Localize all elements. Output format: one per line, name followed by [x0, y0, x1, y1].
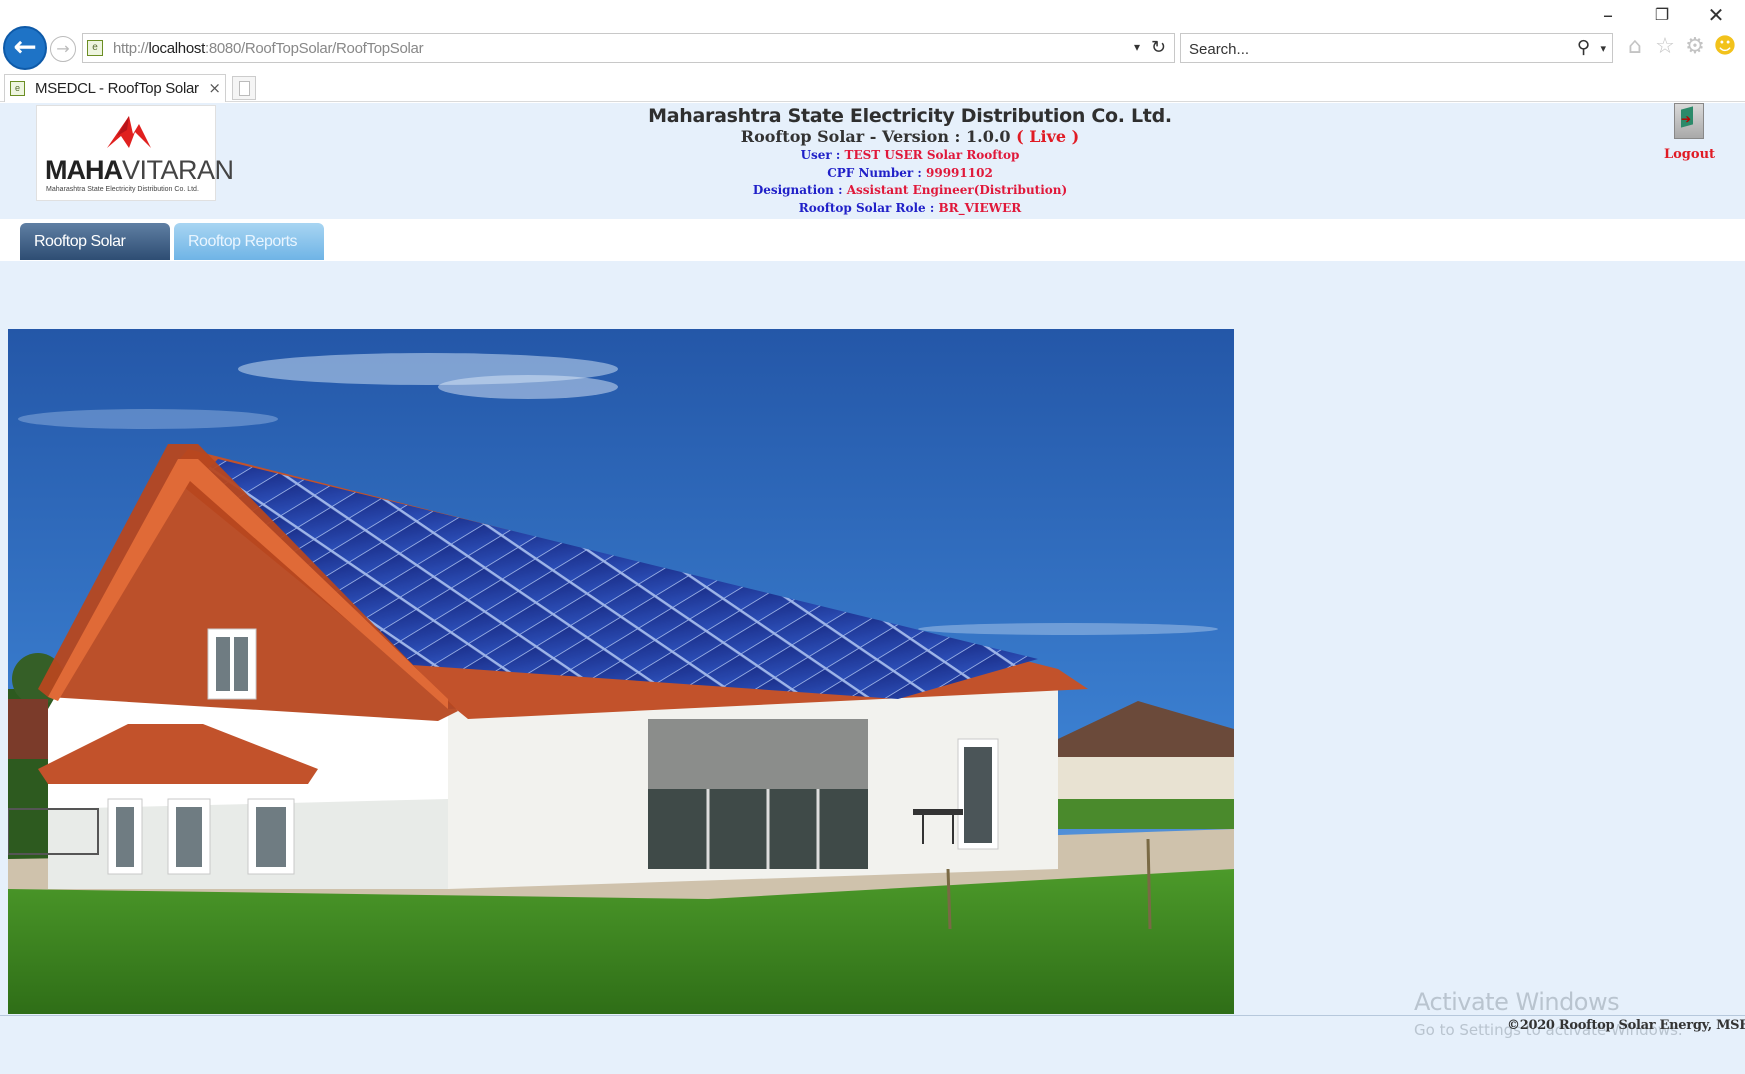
search-box[interactable]: ⚲ ▾	[1180, 33, 1613, 63]
designation-value: Assistant Engineer(Distribution)	[846, 183, 1068, 197]
refresh-icon[interactable]: ↻	[1151, 37, 1166, 58]
home-icon[interactable]: ⌂	[1622, 34, 1648, 60]
page-icon: e	[87, 40, 103, 56]
main-nav: Rooftop Solar Rooftop Reports	[0, 219, 1745, 261]
tab-close-icon[interactable]: ×	[208, 79, 221, 97]
logout-link[interactable]: Logout	[1664, 147, 1715, 162]
version-text: Rooftop Solar - Version : 1.0.0	[740, 127, 1011, 146]
address-dropdown-icon[interactable]: ▾	[1134, 40, 1140, 54]
search-input[interactable]	[1189, 39, 1549, 59]
cpf-line: CPF Number : 99991102	[560, 165, 1260, 183]
user-line: User : TEST USER Solar Rooftop	[560, 147, 1260, 165]
star-icon[interactable]: ☆	[1652, 34, 1678, 60]
role-value: BR_VIEWER	[938, 200, 1022, 215]
gear-icon[interactable]: ⚙	[1682, 34, 1708, 60]
smiley-icon[interactable]: ☻	[1712, 34, 1738, 60]
tab-page-icon: e	[10, 81, 25, 96]
cpf-value: 99991102	[926, 165, 993, 180]
live-badge: ( Live )	[1016, 127, 1080, 146]
tab-rooftop-solar[interactable]: Rooftop Solar	[20, 223, 170, 260]
logo-subtitle: Maharashtra State Electricity Distributi…	[46, 186, 199, 193]
role-label: Rooftop Solar Role :	[798, 200, 935, 215]
version-line: Rooftop Solar - Version : 1.0.0 ( Live )	[560, 127, 1260, 147]
org-name: Maharashtra State Electricity Distributi…	[648, 105, 1172, 127]
user-value: TEST USER Solar Rooftop	[844, 148, 1020, 162]
solar-house-illustration	[8, 329, 1234, 1014]
browser-tab[interactable]: e MSEDCL - RoofTop Solar ×	[4, 74, 226, 102]
address-bar[interactable]: e http://localhost:8080/RoofTopSolar/Roo…	[82, 33, 1175, 63]
cpf-label: CPF Number :	[827, 165, 922, 180]
designation-label: Designation :	[752, 183, 843, 197]
designation-line: Designation : Assistant Engineer(Distrib…	[560, 182, 1260, 200]
role-line: Rooftop Solar Role : BR_VIEWER	[560, 200, 1260, 218]
activate-windows-watermark: Activate Windows	[1414, 988, 1620, 1016]
org-info-block: Maharashtra State Electricity Distributi…	[560, 105, 1260, 217]
logo-wordmark: MAHAVITARAN	[45, 155, 234, 185]
lightning-logo-icon	[107, 116, 151, 148]
url-text[interactable]: http://localhost:8080/RoofTopSolar/RoofT…	[113, 40, 424, 57]
address-toolbar: ← → e http://localhost:8080/RoofTopSolar…	[0, 24, 1745, 74]
search-icon[interactable]: ⚲	[1577, 37, 1590, 58]
mahavitaran-logo: MAHAVITARAN Maharashtra State Electricit…	[36, 105, 234, 201]
page-content: MAHAVITARAN Maharashtra State Electricit…	[0, 103, 1745, 1074]
tab-title: MSEDCL - RoofTop Solar	[35, 80, 199, 97]
page-header: MAHAVITARAN Maharashtra State Electricit…	[0, 103, 1745, 219]
copyright-text: ©2020 Rooftop Solar Energy, MSEDCL	[1507, 1018, 1745, 1033]
forward-arrow-icon[interactable]: →	[50, 36, 76, 62]
new-tab-button[interactable]	[232, 76, 256, 100]
user-label: User :	[800, 148, 841, 162]
back-arrow-icon[interactable]: ←	[3, 26, 47, 70]
browser-tab-row: e MSEDCL - RoofTop Solar ×	[0, 74, 1745, 102]
search-dropdown-icon[interactable]: ▾	[1600, 42, 1606, 55]
solar-house-banner-image	[8, 329, 1234, 1014]
logout-icon[interactable]	[1674, 103, 1704, 139]
tab-rooftop-reports[interactable]: Rooftop Reports	[174, 223, 324, 260]
